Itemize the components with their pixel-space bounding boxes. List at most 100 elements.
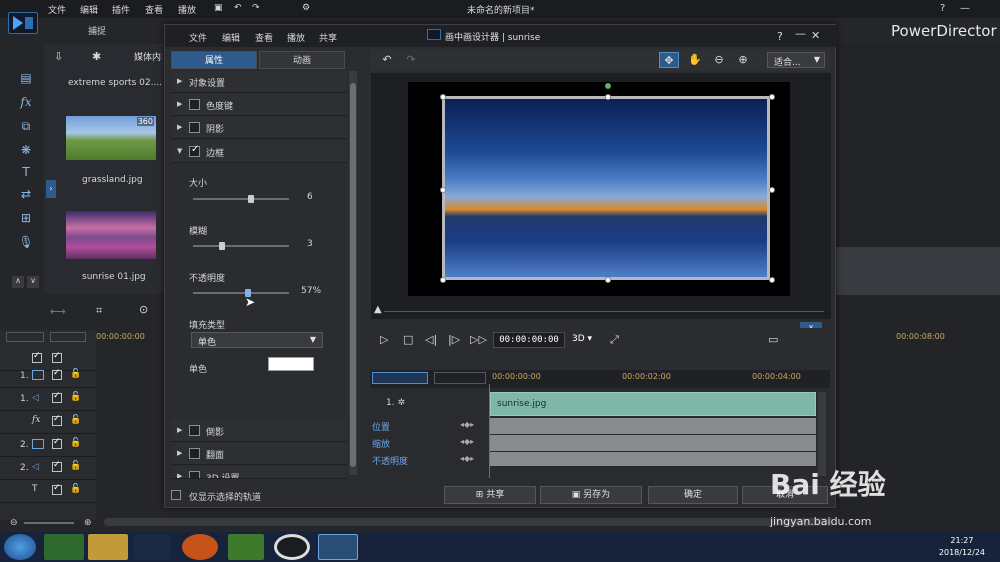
menu-view[interactable]: 查看 xyxy=(145,3,163,16)
ok-button[interactable]: 确定 xyxy=(648,486,738,504)
keyframe-nav-icon[interactable]: ◂◆▸ xyxy=(460,454,474,463)
transition-room-icon[interactable]: ⇄ xyxy=(18,186,34,202)
seek-track[interactable] xyxy=(384,311,824,312)
section-3d-settings[interactable]: ▶ 3D 设置 xyxy=(171,466,347,479)
taskbar-app-recorder[interactable] xyxy=(274,534,310,560)
tab-capture[interactable]: 捕捉 xyxy=(48,20,158,38)
taskbar-app-firefox[interactable] xyxy=(182,534,218,560)
keyframe-lane[interactable] xyxy=(490,418,816,434)
inner-playhead[interactable] xyxy=(489,384,490,478)
keyframe-scale-label[interactable]: 缩放 xyxy=(372,437,390,450)
section-shadow[interactable]: ▶ 阴影 xyxy=(171,117,347,139)
resize-handle[interactable] xyxy=(769,187,775,193)
dialog-menu-view[interactable]: 查看 xyxy=(255,31,273,44)
3d-mode-toggle[interactable]: 3D ▾ xyxy=(572,334,592,344)
taskbar-app-qq[interactable] xyxy=(134,534,170,560)
select-move-icon[interactable]: ✥ xyxy=(659,52,679,68)
track-manager-button[interactable] xyxy=(6,332,44,342)
lock-icon[interactable]: 🔓 xyxy=(70,392,81,402)
menu-playback[interactable]: 播放 xyxy=(178,3,196,16)
color-swatch[interactable] xyxy=(268,357,314,371)
tab-animation[interactable]: 动画 xyxy=(259,51,345,69)
keyframe-lane[interactable] xyxy=(490,435,816,451)
dialog-menu-edit[interactable]: 编辑 xyxy=(222,31,240,44)
sunrise-thumbnail[interactable] xyxy=(66,211,156,259)
fit-timeline-button[interactable] xyxy=(50,332,86,342)
section-chroma-key[interactable]: ▶ 色度键 xyxy=(171,94,347,116)
taskbar-app-editor[interactable] xyxy=(228,534,264,560)
save-icon[interactable]: ▣ xyxy=(214,3,223,13)
resize-handle[interactable] xyxy=(769,277,775,283)
keyframe-lane[interactable] xyxy=(490,452,816,466)
resize-handle[interactable] xyxy=(605,277,611,283)
chroma-key-checkbox[interactable] xyxy=(189,99,200,110)
lock-icon[interactable]: 🔓 xyxy=(70,484,81,494)
only-selected-track-option[interactable]: 仅显示选择的轨道 xyxy=(171,489,371,503)
taskbar-app-powerdirector[interactable] xyxy=(318,534,358,560)
redo-icon[interactable]: ↷ xyxy=(401,52,421,68)
title-room-icon[interactable]: T xyxy=(18,164,34,180)
blur-slider[interactable] xyxy=(193,245,289,247)
opacity-slider[interactable] xyxy=(193,292,289,294)
scroll-down-button[interactable]: ∨ xyxy=(27,276,39,288)
resize-handle[interactable] xyxy=(440,94,446,100)
track-checkbox[interactable] xyxy=(52,414,62,426)
track-checkbox[interactable] xyxy=(32,351,42,363)
rotate-handle[interactable] xyxy=(605,83,611,89)
display-settings-icon[interactable]: ▭ xyxy=(768,333,778,346)
sunrise-clip[interactable]: sunrise.jpg xyxy=(490,392,816,416)
track-view-button[interactable] xyxy=(434,372,486,384)
timecode-display[interactable]: 00:00:00:00 xyxy=(493,332,565,348)
crop-icon[interactable]: ⌗ xyxy=(96,304,102,318)
app-help-button[interactable]: ? xyxy=(940,3,945,14)
track-checkbox[interactable] xyxy=(52,368,62,380)
timeline-scrollbar[interactable] xyxy=(104,518,834,526)
hand-icon[interactable]: ✋ xyxy=(685,52,705,68)
zoom-in-icon[interactable]: ⊕ xyxy=(84,518,92,528)
import-icon[interactable]: ⇩ xyxy=(54,50,63,63)
resize-handle[interactable] xyxy=(440,187,446,193)
settings-gear-icon[interactable]: ⚙ xyxy=(302,3,310,13)
audio-mixing-icon[interactable]: ⊞ xyxy=(18,210,34,226)
zoom-fit-select[interactable]: 适合... ▼ xyxy=(767,52,825,68)
taskbar-app-explorer[interactable] xyxy=(88,534,128,560)
dialog-menu-share[interactable]: 共享 xyxy=(319,31,337,44)
section-border[interactable]: ▼边框 xyxy=(171,141,347,163)
save-as-button[interactable]: ▣ 另存为 xyxy=(540,486,642,504)
tab-properties[interactable]: 属性 xyxy=(171,51,257,69)
resize-handle[interactable] xyxy=(440,277,446,283)
track-checkbox[interactable] xyxy=(52,351,62,363)
keyframe-nav-icon[interactable]: ◂◆▸ xyxy=(460,420,474,429)
undo-icon[interactable]: ↶ xyxy=(377,52,397,68)
zoom-slider[interactable] xyxy=(24,522,74,524)
menu-edit[interactable]: 编辑 xyxy=(80,3,98,16)
expand-panel-button[interactable]: › xyxy=(46,180,56,198)
track-checkbox[interactable] xyxy=(52,437,62,449)
fill-type-select[interactable]: 单色 ▼ xyxy=(191,332,323,348)
shadow-checkbox[interactable] xyxy=(189,122,200,133)
media-room-icon[interactable]: ▤ xyxy=(18,70,34,86)
dialog-minimize-button[interactable]: — xyxy=(795,27,806,40)
fast-forward-icon[interactable]: ▷▷ xyxy=(470,333,487,346)
section-object-settings[interactable]: ▶ 对象设置 xyxy=(171,71,347,93)
properties-scrollbar-thumb[interactable] xyxy=(350,83,356,467)
undo-icon[interactable]: ↶ xyxy=(234,3,242,13)
blur-slider-knob[interactable] xyxy=(218,242,225,250)
prev-frame-icon[interactable]: ◁| xyxy=(425,333,437,346)
resize-handle[interactable] xyxy=(769,94,775,100)
scroll-up-button[interactable]: ∧ xyxy=(12,276,24,288)
preview-seekbar[interactable]: ▲ xyxy=(372,304,828,318)
reflection-checkbox[interactable] xyxy=(189,425,200,436)
lock-icon[interactable]: 🔓 xyxy=(70,369,81,379)
menu-plugins[interactable]: 插件 xyxy=(112,3,130,16)
keyframe-position-label[interactable]: 位置 xyxy=(372,420,390,433)
dialog-close-button[interactable]: ✕ xyxy=(811,29,820,42)
border-checkbox[interactable] xyxy=(189,144,200,157)
track-checkbox[interactable] xyxy=(52,483,62,495)
share-button[interactable]: ⊞ 共享 xyxy=(444,486,536,504)
app-minimize-button[interactable]: — xyxy=(960,3,970,14)
menu-file[interactable]: 文件 xyxy=(48,3,66,16)
pip-room-icon[interactable]: ⧉ xyxy=(18,118,34,134)
dialog-menu-playback[interactable]: 播放 xyxy=(287,31,305,44)
taskbar-app-360[interactable] xyxy=(44,534,84,560)
